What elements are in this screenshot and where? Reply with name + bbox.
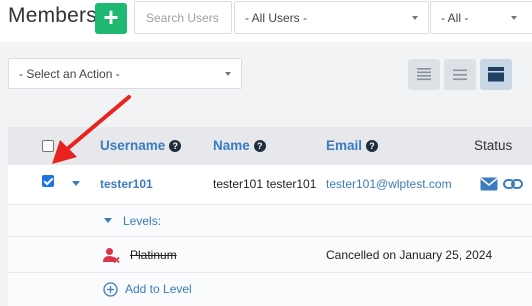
column-name[interactable]: Name? [213, 138, 266, 153]
select-all-checkbox[interactable] [42, 140, 54, 152]
table-row: tester101 tester101 tester101 tester101@… [8, 165, 532, 205]
view-list-button[interactable] [444, 59, 476, 90]
list-expanded-icon [488, 67, 504, 82]
members-table: Username? Name? Email? Status tester101 … [8, 127, 532, 306]
add-to-level-link[interactable]: Add to Level [125, 282, 192, 296]
column-username[interactable]: Username? [100, 138, 182, 153]
expand-caret-icon[interactable] [72, 181, 80, 186]
user-cancelled-icon [103, 248, 120, 264]
view-expanded-button[interactable] [480, 59, 512, 90]
levels-caret-icon[interactable] [104, 218, 112, 223]
list-compact-icon [417, 68, 431, 81]
add-level-row: Add to Level [8, 273, 532, 306]
help-icon[interactable]: ? [366, 140, 379, 152]
member-name: tester101 tester101 [213, 177, 317, 191]
bulk-action-select[interactable]: - Select an Action - [8, 58, 242, 89]
status-filter-value: - All - [441, 11, 469, 25]
table-header: Username? Name? Email? Status [8, 127, 532, 165]
page-title: Members [8, 4, 97, 27]
caret-down-icon [412, 16, 418, 20]
row-checkbox[interactable] [42, 175, 54, 187]
link-icon[interactable] [503, 177, 523, 191]
column-status: Status [474, 138, 513, 153]
email-link[interactable]: tester101@wlptest.com [326, 177, 452, 191]
caret-down-icon [511, 16, 517, 20]
add-member-button[interactable]: + [95, 3, 127, 34]
column-email[interactable]: Email? [326, 138, 379, 153]
levels-label[interactable]: Levels: [123, 214, 161, 228]
column-email-label: Email [326, 138, 363, 153]
column-name-label: Name [213, 138, 250, 153]
levels-row: Levels: [8, 205, 532, 237]
status-filter-select[interactable]: - All - [430, 1, 532, 34]
users-filter-select[interactable]: - All Users - [234, 1, 429, 34]
envelope-icon[interactable] [480, 177, 498, 191]
level-status: Cancelled on January 25, 2024 [326, 248, 493, 262]
search-input[interactable]: Search Users [134, 1, 232, 34]
bulk-action-value: - Select an Action - [19, 67, 120, 81]
users-filter-value: - All Users - [245, 11, 308, 25]
caret-down-icon [225, 72, 231, 76]
plus-circle-icon[interactable] [103, 282, 118, 297]
help-icon[interactable]: ? [169, 140, 182, 152]
view-compact-button[interactable] [408, 59, 440, 90]
list-icon [453, 69, 467, 81]
column-username-label: Username [100, 138, 166, 153]
username-link[interactable]: tester101 [100, 177, 153, 191]
level-row: Platinum Cancelled on January 25, 2024 [8, 237, 532, 273]
level-name: Platinum [130, 248, 177, 262]
help-icon[interactable]: ? [253, 140, 266, 152]
